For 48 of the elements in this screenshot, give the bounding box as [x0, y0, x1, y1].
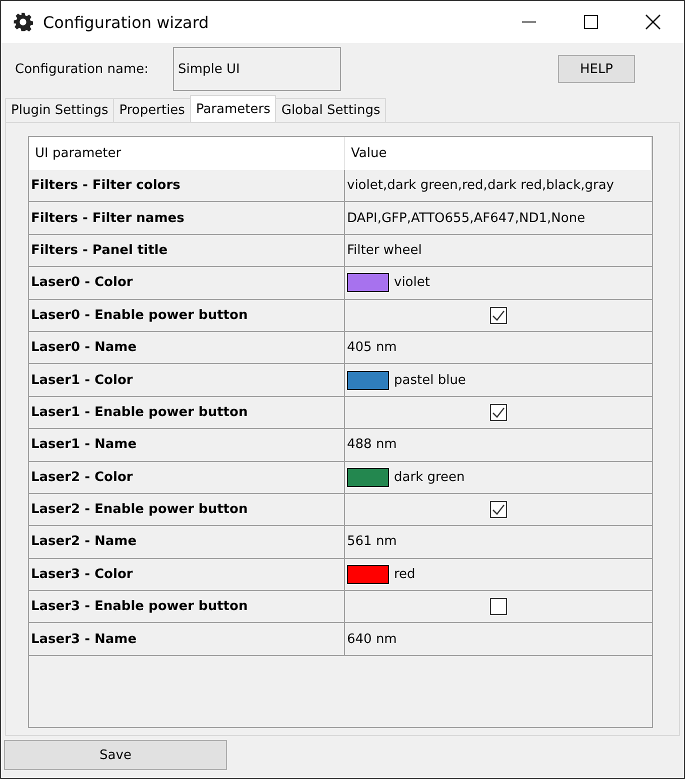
table-cell: DAPI,GFP,ATTO655,AF647,ND1,None	[347, 210, 586, 226]
table-cell: 405 nm	[347, 340, 397, 356]
parameter-label: Laser2 - Color	[31, 470, 133, 485]
settings-icon	[13, 12, 33, 32]
tab[interactable]: Parameters	[190, 95, 276, 122]
parameter-label: Laser0 - Name	[31, 340, 137, 356]
parameter-label: Laser3 - Name	[31, 632, 137, 647]
parameter-label: Laser1 - Enable power button	[31, 404, 248, 420]
table-cell: pastel blue	[394, 372, 466, 388]
table-cell: red	[394, 566, 416, 582]
tab[interactable]: Plugin Settings	[5, 98, 114, 122]
column-header: UI parameter	[29, 137, 345, 170]
save-button[interactable]: Save	[4, 740, 227, 770]
parameter-label: Laser1 - Name	[31, 437, 137, 452]
parameter-label: Filters - Panel title	[31, 242, 168, 258]
color-swatch[interactable]	[347, 273, 389, 292]
tab[interactable]: Global Settings	[275, 98, 386, 122]
window-title: Configuration wizard	[43, 12, 210, 32]
checkbox[interactable]	[490, 598, 507, 616]
table-cell: violet,dark green,red,dark red,black,gray	[347, 178, 614, 194]
checkbox[interactable]	[490, 501, 507, 518]
table-cell: 561 nm	[347, 534, 397, 550]
table-cell: dark green	[394, 470, 465, 485]
maximize-icon	[584, 15, 598, 29]
help-button[interactable]: HELP	[558, 55, 635, 83]
table-cell: 488 nm	[347, 437, 397, 452]
parameter-label: Filters - Filter names	[31, 210, 184, 226]
config-name-label: Configuration name:	[15, 62, 150, 76]
color-swatch[interactable]	[347, 564, 389, 584]
close-icon	[645, 14, 661, 30]
config-name-field[interactable]: Simple UI	[173, 47, 341, 91]
color-swatch[interactable]	[347, 370, 389, 390]
parameter-label: Laser1 - Color	[31, 372, 133, 388]
parameter-label: Laser2 - Name	[31, 534, 137, 550]
parameter-label: Laser3 - Color	[31, 566, 133, 582]
parameter-label: Laser3 - Enable power button	[31, 599, 248, 614]
minimize-icon	[522, 21, 536, 23]
parameter-label: Laser0 - Enable power button	[31, 308, 248, 323]
parameter-label: Laser0 - Color	[31, 275, 133, 290]
checkbox[interactable]	[490, 404, 507, 421]
table-cell: 640 nm	[347, 632, 397, 647]
table-cell: Filter wheel	[347, 242, 422, 258]
table-cell: violet	[394, 275, 430, 290]
checkbox[interactable]	[490, 306, 507, 324]
column-header: Value	[345, 137, 652, 170]
color-swatch[interactable]	[347, 468, 389, 487]
parameter-label: Filters - Filter colors	[31, 178, 180, 194]
parameter-label: Laser2 - Enable power button	[31, 502, 248, 518]
